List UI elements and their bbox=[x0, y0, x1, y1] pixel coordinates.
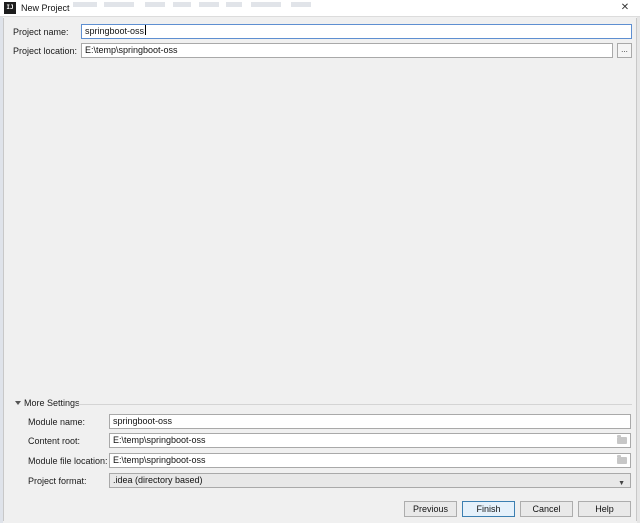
background-menu-blur bbox=[251, 2, 281, 7]
project-name-value: springboot-oss bbox=[85, 26, 145, 36]
background-menu-blur bbox=[226, 2, 242, 7]
cancel-button[interactable]: Cancel bbox=[520, 501, 573, 517]
new-project-dialog: Project name: springboot-oss Project loc… bbox=[3, 18, 637, 521]
content-root-input[interactable]: E:\temp\springboot-oss bbox=[109, 433, 631, 448]
module-file-location-value: E:\temp\springboot-oss bbox=[113, 455, 206, 465]
module-file-location-label: Module file location: bbox=[28, 456, 108, 466]
help-button[interactable]: Help bbox=[578, 501, 631, 517]
background-menu-blur bbox=[104, 2, 134, 7]
more-settings-toggle[interactable]: More Settings bbox=[15, 398, 80, 408]
browse-location-button[interactable]: ... bbox=[617, 43, 632, 58]
content-root-label: Content root: bbox=[28, 436, 81, 446]
project-name-input[interactable]: springboot-oss bbox=[81, 24, 632, 39]
triangle-down-icon bbox=[15, 401, 21, 405]
project-format-label: Project format: bbox=[28, 476, 87, 486]
more-settings-label: More Settings bbox=[24, 398, 80, 408]
chevron-down-icon: ▼ bbox=[618, 480, 625, 487]
text-caret bbox=[145, 25, 147, 35]
background-menu-blur bbox=[145, 2, 165, 7]
previous-button[interactable]: Previous bbox=[404, 501, 457, 517]
more-settings-separator bbox=[78, 404, 632, 405]
finish-button[interactable]: Finish bbox=[462, 501, 515, 517]
content-root-value: E:\temp\springboot-oss bbox=[113, 435, 206, 445]
project-format-value: .idea (directory based) bbox=[113, 475, 203, 485]
title-bar: IJ New Project ✕ bbox=[0, 0, 640, 17]
module-file-location-input[interactable]: E:\temp\springboot-oss bbox=[109, 453, 631, 468]
background-menu-blur bbox=[73, 2, 97, 7]
project-location-value: E:\temp\springboot-oss bbox=[85, 45, 178, 55]
background-menu-blur bbox=[173, 2, 191, 7]
intellij-app-icon: IJ bbox=[4, 2, 16, 14]
background-menu-blur bbox=[199, 2, 219, 7]
project-location-input[interactable]: E:\temp\springboot-oss bbox=[81, 43, 613, 58]
module-name-value: springboot-oss bbox=[113, 416, 173, 426]
module-name-input[interactable]: springboot-oss bbox=[109, 414, 631, 429]
window-title: New Project bbox=[21, 3, 70, 13]
project-name-label: Project name: bbox=[13, 27, 69, 37]
close-icon[interactable]: ✕ bbox=[614, 1, 636, 15]
project-location-label: Project location: bbox=[13, 46, 78, 56]
background-menu-blur bbox=[291, 2, 311, 7]
folder-icon[interactable] bbox=[617, 435, 627, 444]
module-name-label: Module name: bbox=[28, 417, 86, 427]
project-format-select[interactable]: .idea (directory based) ▼ bbox=[109, 473, 631, 488]
folder-icon[interactable] bbox=[617, 455, 627, 464]
